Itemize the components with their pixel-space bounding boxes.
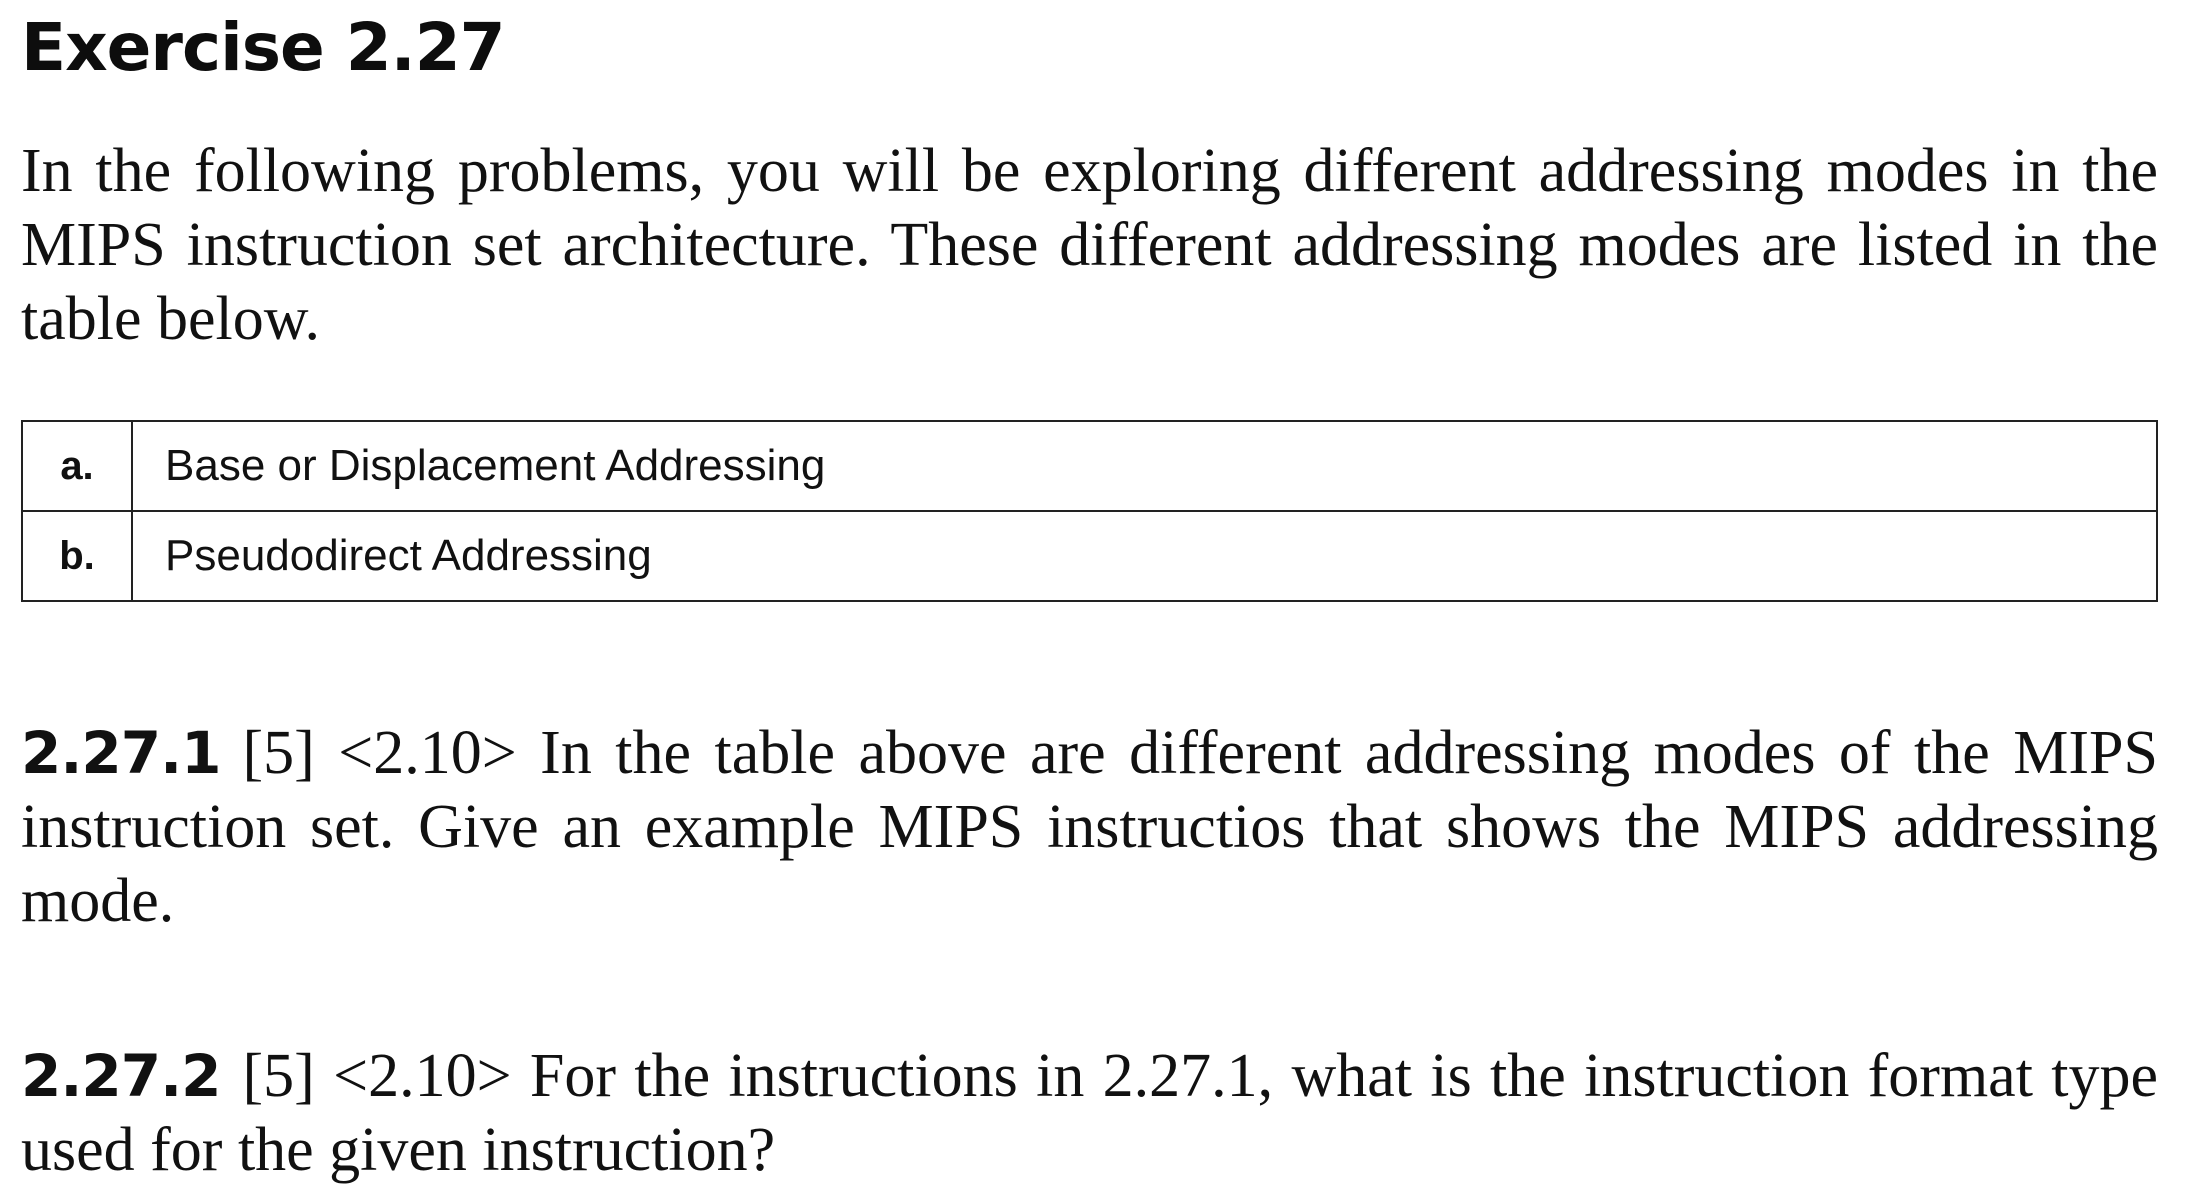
exercise-intro: In the following problems, you will be e…	[21, 137, 2158, 353]
addressing-mode: Base or Displacement Addressing	[131, 420, 2158, 512]
addressing-modes-table: a. Base or Displacement Addressing b. Ps…	[21, 420, 2158, 602]
row-letter: b.	[21, 510, 133, 602]
table-row: b. Pseudodirect Addressing	[21, 510, 2158, 602]
exercise-title: Exercise 2.27	[21, 9, 506, 86]
problem-number: 2.27.1	[21, 719, 221, 787]
problem-2-27-2: 2.27.2 [5] <2.10> For the instructions in…	[21, 1039, 2158, 1187]
addressing-mode: Pseudodirect Addressing	[131, 510, 2158, 602]
table-row: a. Base or Displacement Addressing	[21, 420, 2158, 512]
problem-number: 2.27.2	[21, 1042, 221, 1110]
problem-2-27-1: 2.27.1 [5] <2.10> In the table above are …	[21, 716, 2158, 938]
problem-text: [5] <2.10> For the instructions in 2.27.…	[21, 1042, 2158, 1184]
problem-text: [5] <2.10> In the table above are differ…	[21, 719, 2158, 935]
row-letter: a.	[21, 420, 133, 512]
